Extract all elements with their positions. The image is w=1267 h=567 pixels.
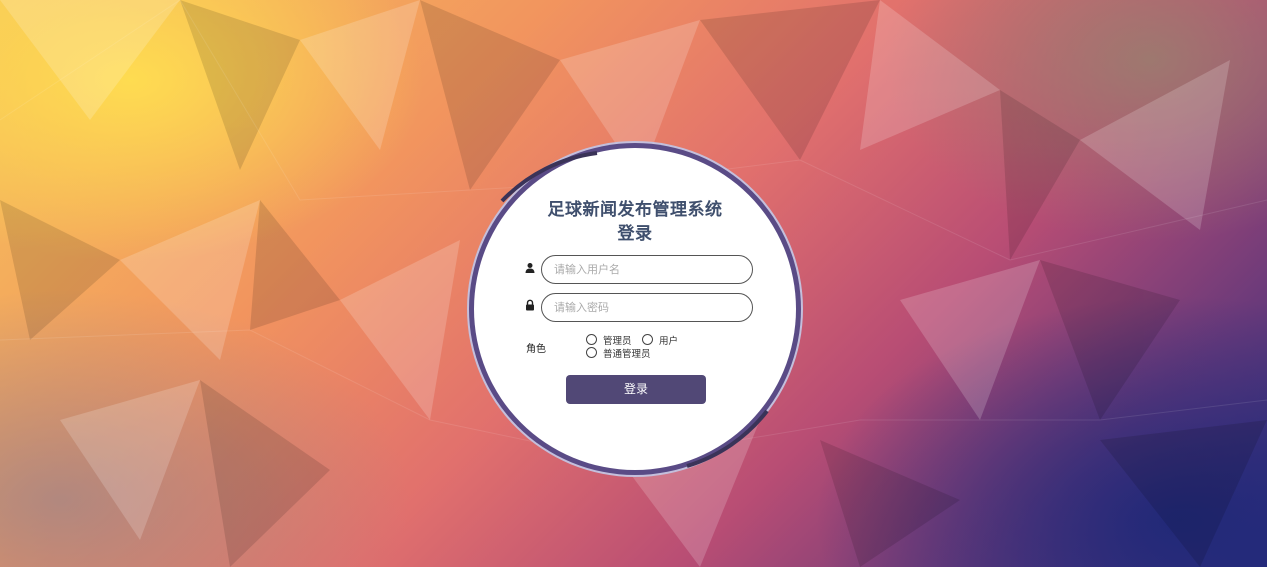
page-title: 足球新闻发布管理系统 登录	[474, 198, 796, 246]
role-option-admin-label: 管理员	[603, 336, 632, 347]
role-radio-normal-admin[interactable]	[586, 347, 597, 358]
user-icon	[525, 263, 535, 273]
role-radio-user[interactable]	[642, 334, 653, 345]
role-radio-admin[interactable]	[586, 334, 597, 345]
lock-icon	[526, 299, 534, 311]
login-heading: 登录	[617, 224, 653, 244]
login-card: 足球新闻发布管理系统 登录 角色 管理员 用户 普通管理员 登录	[474, 148, 796, 470]
login-button[interactable]: 登录	[566, 375, 706, 404]
password-input[interactable]	[541, 293, 753, 322]
role-option-normal-admin-label: 普通管理员	[603, 349, 651, 360]
username-input[interactable]	[541, 255, 753, 284]
system-title: 足球新闻发布管理系统	[547, 200, 723, 220]
role-option-user-label: 用户	[659, 336, 679, 347]
role-label: 角色	[526, 344, 546, 355]
